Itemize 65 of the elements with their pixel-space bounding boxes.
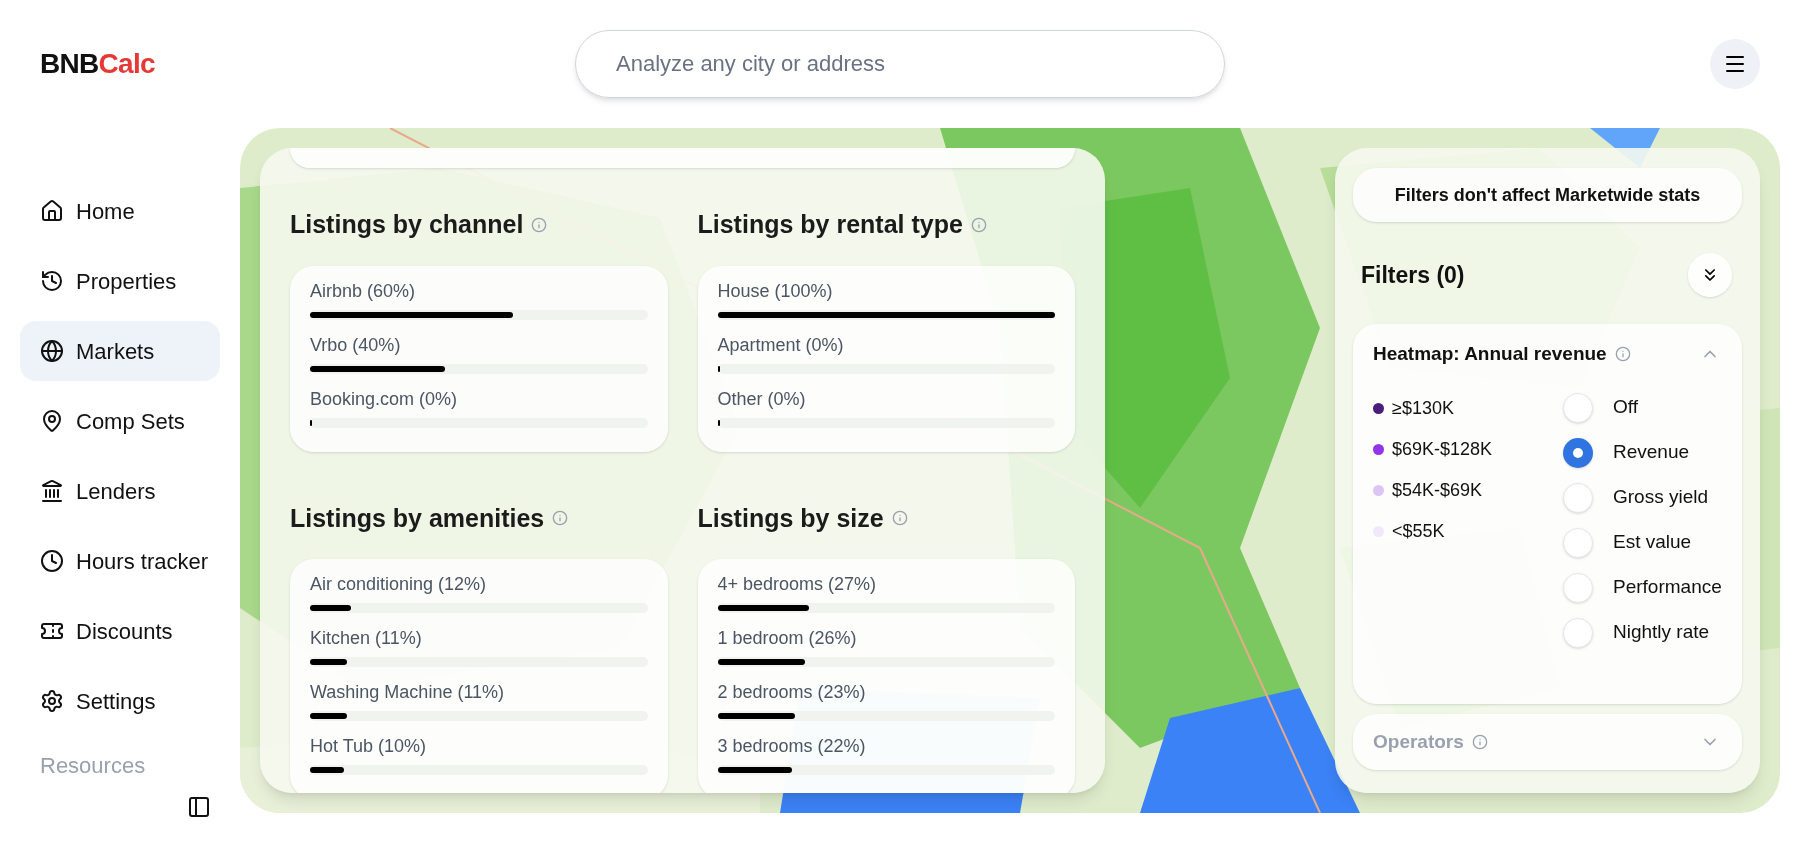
radio-button[interactable] [1563,617,1593,648]
radio-button[interactable] [1563,392,1593,423]
stat-label: Booking.com (0%) [310,389,459,408]
info-icon[interactable] [891,510,908,527]
info-icon[interactable] [552,510,569,527]
nav-item[interactable]: Comp Sets [20,391,220,451]
settings-icon [40,689,64,713]
nav-item[interactable]: Home [20,181,220,241]
radio-button[interactable] [1563,572,1593,603]
option-label: Off [1613,395,1638,420]
section-label: Resources [39,752,147,780]
collapse-button[interactable] [1688,253,1732,297]
info-icon[interactable] [531,216,548,233]
legend-label: ≥$130K [1392,396,1454,420]
info-icon[interactable] [970,216,987,233]
option-label: Gross yield [1613,485,1709,510]
history-icon [40,269,64,293]
clock-icon [40,549,64,573]
option-label: Revenue [1613,440,1690,465]
sidebar-toggle-icon[interactable] [187,795,211,819]
operators-title: Operators [1373,729,1464,754]
stat-label: Hot Tub (10%) [310,737,428,755]
stat-label: Washing Machine (11%) [310,683,506,701]
menu-button[interactable] [1710,39,1760,89]
nav-item[interactable]: Discounts [20,601,220,661]
stat-label: Other (0%) [717,389,807,408]
section-title: Listings by amenities [290,502,545,534]
stat-label: 3 bedrooms (22%) [717,737,867,755]
option-label: Performance [1613,575,1722,600]
radio-button[interactable] [1563,527,1593,558]
filters-title: Filters (0) [1361,260,1465,290]
legend-label: <$55K [1392,519,1445,543]
stat-label: Air conditioning (12%) [310,575,488,593]
option-label: Nightly rate [1613,620,1710,645]
nav-item[interactable]: Markets [20,321,220,381]
section-title: Listings by size [697,502,884,534]
radio-button[interactable] [1563,482,1593,513]
stat-label: 1 bedroom (26%) [717,629,858,647]
info-icon[interactable] [1471,734,1488,750]
house-icon [40,199,64,223]
pin-icon [40,409,64,433]
stat-label: 4+ bedrooms (27%) [717,575,878,593]
legend-label: $54K-$69K [1392,478,1483,502]
option-label: Est value [1613,530,1692,555]
nav-item[interactable]: Properties [20,251,220,311]
stat-label: Apartment (0%) [717,335,845,354]
section-title: Listings by channel [290,209,524,240]
radio-button[interactable] [1563,437,1593,468]
bank-icon [40,479,64,503]
search-field[interactable]: Analyze any city or address [575,30,1225,98]
stat-label: Kitchen (11%) [310,629,423,647]
section-title: Listings by rental type [697,209,963,240]
globe-icon [40,339,64,363]
nav-item[interactable]: Hours tracker [20,531,220,591]
stat-label: House (100%) [717,281,834,300]
logo[interactable]: BNBCalc [40,43,575,85]
legend-label: $69K-$128K [1392,437,1493,461]
stat-label: 2 bedrooms (23%) [717,683,867,701]
stat-label: Vrbo (40%) [310,335,402,354]
heatmap-title: Heatmap: Annual revenue [1373,342,1607,366]
info-icon[interactable] [1614,346,1631,363]
nav-item[interactable]: Lenders [20,461,220,521]
stat-label: Airbnb (60%) [310,281,417,300]
nav-item[interactable]: Settings [20,671,220,731]
notice-text: Filters don't affect Marketwide stats [1394,183,1701,207]
